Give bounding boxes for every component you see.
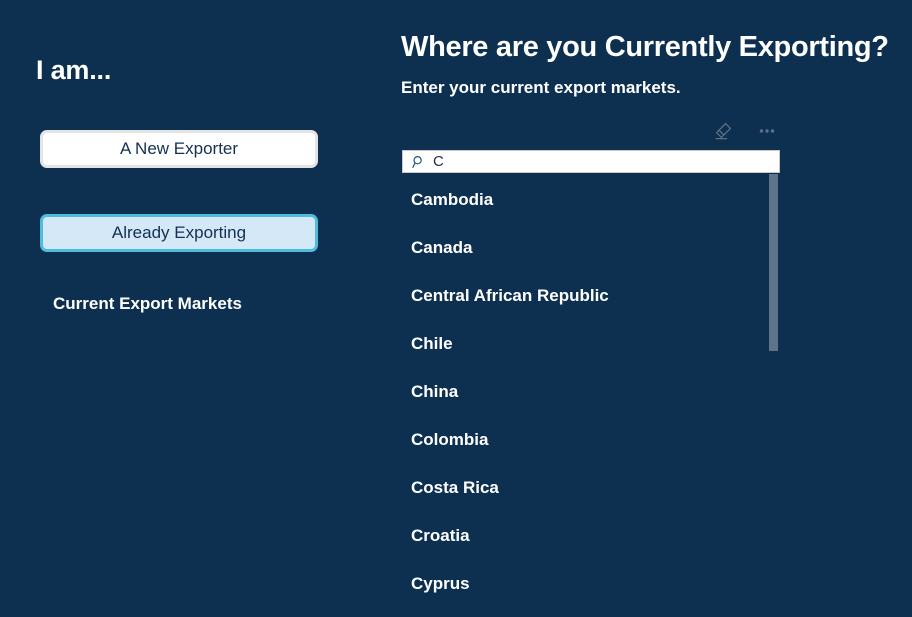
list-item-label: China xyxy=(411,382,459,401)
list-item-label: Colombia xyxy=(411,430,489,449)
results-scrollbar-thumb[interactable] xyxy=(769,174,778,351)
option-button-label: Already Exporting xyxy=(111,223,247,242)
tool-icons-row xyxy=(710,118,780,144)
option-button-label: A New Exporter xyxy=(119,139,239,158)
list-item[interactable]: Central African Republic xyxy=(402,272,780,320)
search-icon xyxy=(412,155,426,169)
list-item-label: Cyprus xyxy=(411,574,470,593)
search-input-value: C xyxy=(433,153,444,170)
list-item[interactable]: Croatia xyxy=(402,512,780,560)
option-button-already-exporting[interactable]: Already Exporting xyxy=(40,214,318,252)
right-panel: Where are you Currently Exporting? Enter… xyxy=(380,0,912,617)
list-item-label: Costa Rica xyxy=(411,478,499,497)
list-item-label: Chile xyxy=(411,334,453,353)
page-title: Where are you Currently Exporting? xyxy=(401,31,889,63)
results-scrollbar-track[interactable] xyxy=(769,174,778,617)
list-item[interactable]: Chile xyxy=(402,320,780,368)
country-results-list[interactable]: Cambodia Canada Central African Republic… xyxy=(402,176,780,617)
eraser-icon[interactable] xyxy=(710,118,736,144)
more-options-icon[interactable] xyxy=(754,118,780,144)
list-item-label: Croatia xyxy=(411,526,470,545)
list-item[interactable]: Cyprus xyxy=(402,560,780,608)
list-item-label: Central African Republic xyxy=(411,286,609,305)
current-export-markets-label: Current Export Markets xyxy=(53,294,242,313)
option-button-new-exporter[interactable]: A New Exporter xyxy=(40,130,318,168)
list-item-label: Canada xyxy=(411,238,473,257)
list-item[interactable]: Costa Rica xyxy=(402,464,780,512)
search-input[interactable]: C xyxy=(402,150,780,173)
left-panel: I am... A New Exporter Already Exporting… xyxy=(0,0,380,617)
list-item[interactable]: Canada xyxy=(402,224,780,272)
page-subtitle: Enter your current export markets. xyxy=(401,78,681,97)
list-item[interactable]: Cambodia xyxy=(402,176,780,224)
list-item[interactable]: Colombia xyxy=(402,416,780,464)
list-item-label: Cambodia xyxy=(411,190,494,209)
i-am-heading: I am... xyxy=(36,55,112,85)
list-item[interactable]: China xyxy=(402,368,780,416)
